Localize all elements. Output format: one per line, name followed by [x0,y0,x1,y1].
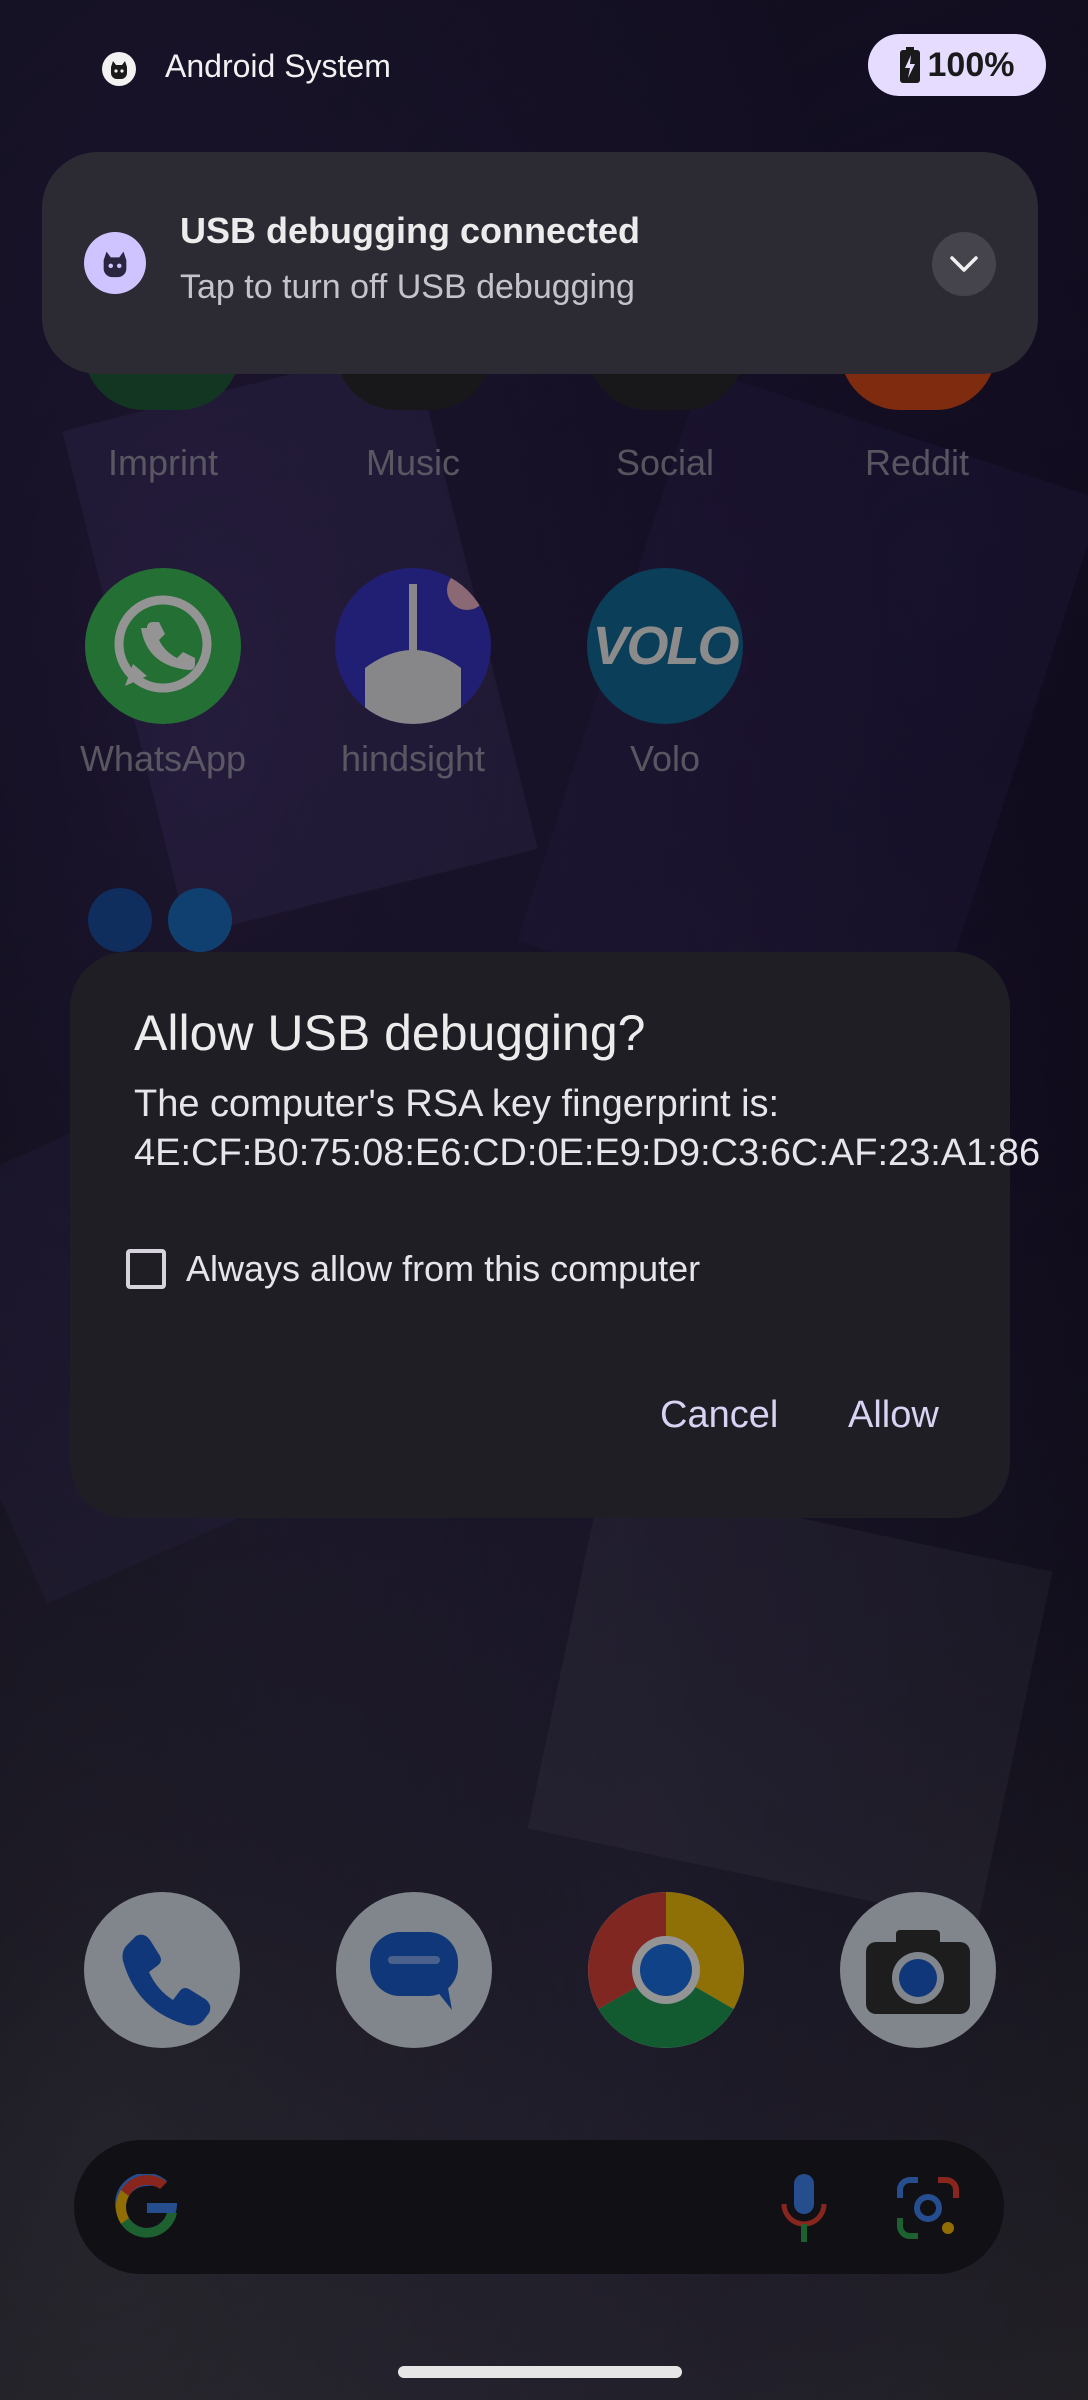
android-system-icon [84,232,146,294]
home-gesture-bar[interactable] [398,2366,682,2378]
notification-title: USB debugging connected [180,210,641,251]
android-system-icon [102,52,136,86]
battery-percent: 100% [927,45,1015,84]
usb-debugging-dialog: Allow USB debugging? The computer's RSA … [70,952,1041,1518]
usb-debugging-notification[interactable]: USB debugging connected Tap to turn off … [42,152,1038,374]
battery-charging-icon [899,47,920,83]
dialog-title: Allow USB debugging? [134,1005,646,1061]
always-allow-checkbox[interactable] [126,1249,166,1289]
always-allow-option[interactable]: Always allow from this computer [126,1248,700,1290]
dialog-message: The computer's RSA key fingerprint is: 4… [134,1083,1041,1174]
status-bar-title: Android System [165,48,391,84]
notification-subtitle: Tap to turn off USB debugging [180,268,635,306]
status-bar: Android System 100% [0,30,1088,100]
expand-notification-button[interactable] [932,232,996,296]
battery-indicator: 100% [868,34,1046,96]
always-allow-label[interactable]: Always allow from this computer [186,1248,700,1290]
allow-button[interactable]: Allow [848,1394,939,1437]
cancel-button[interactable]: Cancel [660,1394,778,1437]
chevron-down-icon [950,256,978,272]
